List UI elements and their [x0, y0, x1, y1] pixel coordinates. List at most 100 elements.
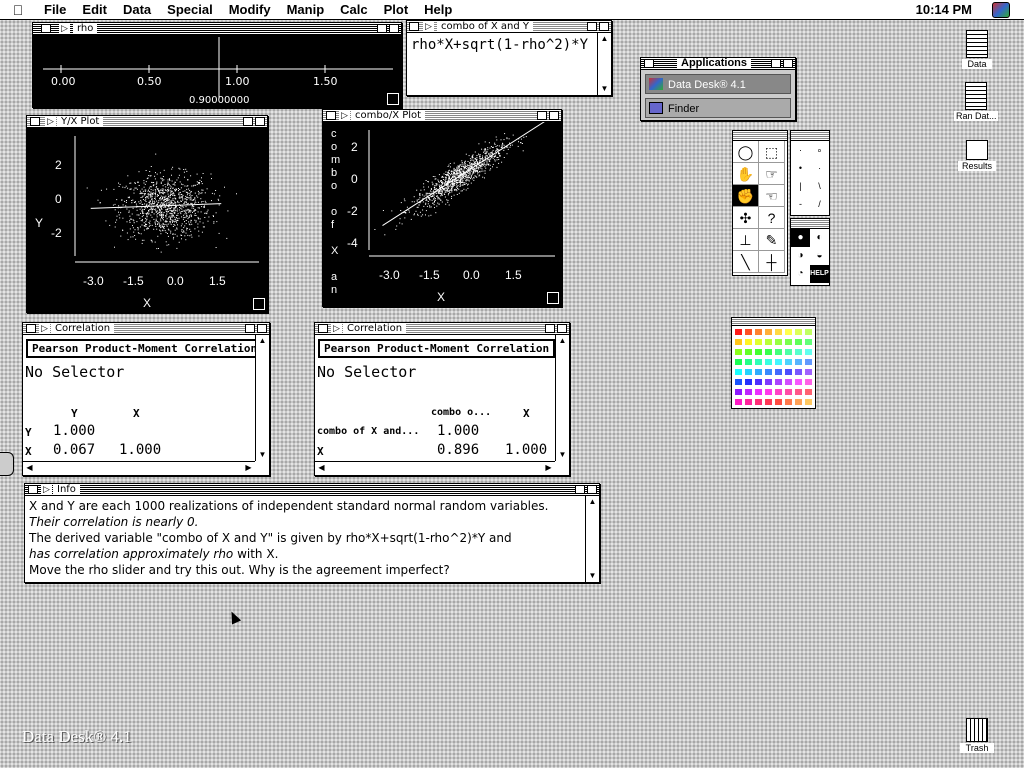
scroll-left-arrow-icon[interactable]: ◀ — [315, 462, 328, 474]
color-swatch[interactable] — [734, 398, 743, 406]
vertical-scrollbar[interactable]: ▲ ▼ — [555, 335, 569, 461]
color-swatch[interactable] — [744, 338, 753, 346]
pointer-hand-tool-icon[interactable]: ☞ — [759, 163, 785, 185]
color-swatch[interactable] — [784, 368, 793, 376]
desktop-icon-trash[interactable]: Trash — [960, 718, 994, 753]
formula-text[interactable]: rho*X+sqrt(1-rho^2)*Y — [411, 37, 597, 53]
disclosure-triangle-icon[interactable]: ▷ — [331, 323, 342, 334]
help-question-icon[interactable]: ? — [759, 207, 785, 229]
horizontal-scrollbar[interactable]: ◀ ▶ — [23, 461, 255, 475]
app-item-datadesk[interactable]: Data Desk® 4.1 — [645, 74, 791, 94]
horizontal-scrollbar[interactable]: ◀ ▶ — [315, 461, 555, 475]
application-menu-icon[interactable] — [992, 2, 1010, 18]
close-box-icon[interactable] — [30, 117, 40, 126]
dot-symbol-icon[interactable]: • — [791, 159, 810, 177]
grow-box-icon[interactable] — [387, 93, 399, 105]
close-box-icon[interactable] — [318, 324, 328, 333]
collapse-box-icon[interactable] — [257, 324, 267, 333]
scroll-right-arrow-icon[interactable]: ▶ — [242, 462, 255, 474]
close-box-icon[interactable] — [41, 24, 51, 33]
color-swatch[interactable] — [794, 338, 803, 346]
collapse-box-icon[interactable] — [599, 22, 609, 31]
window-title-bar[interactable]: ▷ rho — [33, 23, 401, 35]
fill-black-icon[interactable]: ● — [791, 229, 810, 247]
expand-tool-icon[interactable]: ✣ — [733, 207, 759, 229]
color-swatch[interactable] — [744, 328, 753, 336]
disclosure-triangle-icon[interactable]: ▷ — [41, 484, 52, 495]
dot-symbol-icon[interactable]: ∙ — [810, 159, 829, 177]
scatter-plot[interactable]: combo of X an X 2 0 -2 -4 -3.0 -1.5 0.0 … — [323, 122, 561, 306]
zoom-box-icon[interactable] — [545, 324, 555, 333]
color-swatch[interactable] — [774, 398, 783, 406]
zoom-box-icon[interactable] — [245, 324, 255, 333]
color-swatch[interactable] — [794, 388, 803, 396]
menu-clock[interactable]: 10:14 PM — [916, 0, 972, 20]
color-swatch[interactable] — [794, 378, 803, 386]
collapse-box-icon[interactable] — [255, 117, 265, 126]
fill-pattern-icon[interactable]: ◑ — [791, 247, 810, 265]
window-title-bar[interactable]: ▷ combo of X and Y — [407, 21, 611, 33]
fill-pattern-icon[interactable]: ◐ — [810, 229, 829, 247]
scroll-left-arrow-icon[interactable]: ◀ — [23, 462, 36, 474]
color-swatch[interactable] — [784, 358, 793, 366]
close-box-icon[interactable] — [644, 59, 654, 68]
vertical-scrollbar[interactable]: ▲ ▼ — [597, 33, 611, 95]
vertical-scrollbar[interactable]: ▲ ▼ — [255, 335, 269, 461]
color-swatch[interactable] — [804, 328, 813, 336]
color-swatch[interactable] — [784, 388, 793, 396]
color-swatch[interactable] — [744, 358, 753, 366]
color-swatch[interactable] — [764, 388, 773, 396]
color-swatch[interactable] — [744, 398, 753, 406]
palette-title-bar[interactable] — [732, 318, 815, 326]
grab-tool-icon[interactable]: ✊ — [733, 185, 759, 207]
dot-symbol-icon[interactable]: · — [791, 141, 810, 159]
menu-file[interactable]: File — [36, 0, 74, 20]
window-title-bar[interactable]: ▷ Info — [25, 484, 599, 496]
color-swatch[interactable] — [754, 378, 763, 386]
color-swatch[interactable] — [784, 348, 793, 356]
color-swatch[interactable] — [754, 388, 763, 396]
color-swatch[interactable] — [764, 398, 773, 406]
zoom-box-icon[interactable] — [771, 59, 781, 68]
palette-title-bar[interactable] — [733, 131, 787, 141]
color-swatch[interactable] — [754, 368, 763, 376]
disclosure-triangle-icon[interactable]: ▷ — [339, 110, 350, 121]
zoom-box-icon[interactable] — [243, 117, 253, 126]
bar-symbol-icon[interactable]: | — [791, 177, 810, 195]
scroll-up-arrow-icon[interactable]: ▲ — [256, 335, 269, 347]
menu-modify[interactable]: Modify — [221, 0, 279, 20]
apple-menu-icon[interactable]:  — [0, 2, 36, 18]
color-swatch[interactable] — [804, 348, 813, 356]
color-swatch[interactable] — [784, 378, 793, 386]
color-swatch[interactable] — [754, 398, 763, 406]
color-swatch[interactable] — [734, 338, 743, 346]
scroll-down-arrow-icon[interactable]: ▼ — [598, 83, 611, 95]
scatter-canvas[interactable] — [27, 128, 267, 312]
color-swatch[interactable] — [804, 388, 813, 396]
menu-help[interactable]: Help — [416, 0, 460, 20]
stamp-tool-icon[interactable]: ⊥ — [733, 229, 759, 251]
window-title-bar[interactable]: Applications — [641, 58, 795, 70]
hand-tool-icon[interactable]: ✋ — [733, 163, 759, 185]
color-swatch[interactable] — [734, 348, 743, 356]
desktop-icon-data[interactable]: Data — [962, 30, 992, 69]
scroll-right-arrow-icon[interactable]: ▶ — [542, 462, 555, 474]
vertical-scrollbar[interactable]: ▲ ▼ — [585, 496, 599, 582]
grow-box-icon[interactable] — [253, 298, 265, 310]
color-swatch[interactable] — [794, 368, 803, 376]
collapse-box-icon[interactable] — [783, 59, 793, 68]
crosshair-tool-icon[interactable]: ┼ — [759, 251, 785, 273]
color-swatch[interactable] — [774, 368, 783, 376]
color-swatch[interactable] — [774, 378, 783, 386]
clock-icon[interactable]: ◔ — [791, 265, 810, 283]
collapse-box-icon[interactable] — [389, 24, 399, 33]
color-swatch[interactable] — [744, 378, 753, 386]
menu-calc[interactable]: Calc — [332, 0, 375, 20]
color-swatch[interactable] — [774, 338, 783, 346]
color-swatch[interactable] — [754, 358, 763, 366]
scroll-up-arrow-icon[interactable]: ▲ — [598, 33, 611, 45]
close-box-icon[interactable] — [26, 324, 36, 333]
desktop-icon-results[interactable]: Results — [958, 140, 996, 171]
color-swatch[interactable] — [804, 378, 813, 386]
fill-pattern-icon[interactable]: ◒ — [810, 247, 829, 265]
